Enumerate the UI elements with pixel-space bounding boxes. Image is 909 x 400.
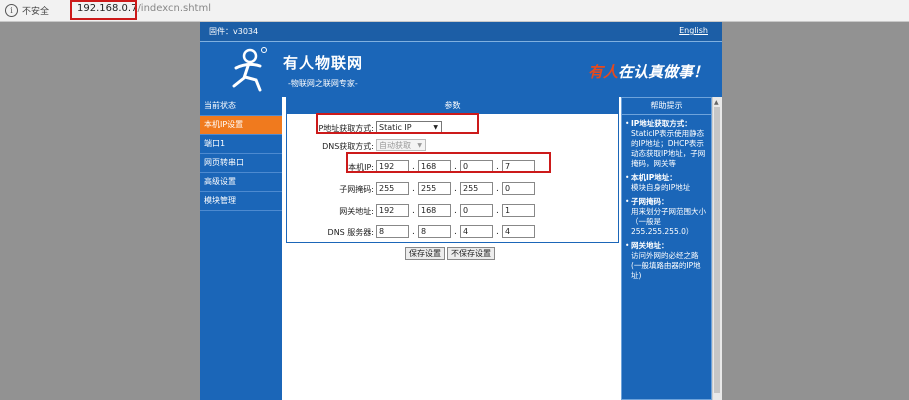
- dns-mode-row: DNS获取方式: 自动获取 ▼: [287, 139, 618, 153]
- subnet-octet-2[interactable]: 255: [418, 182, 451, 195]
- help-item-title: 本机IP地址：: [631, 173, 677, 182]
- subnet-octet-1[interactable]: 255: [376, 182, 409, 195]
- help-item-text: 访问外网的必经之路(一般填路由器的IP地址): [631, 251, 701, 280]
- brand-tagline: -物联网之联网专家-: [288, 79, 358, 88]
- sidebar-nav: 当前状态 本机IP设置 端口1 网页转串口 高级设置 模块管理: [200, 97, 282, 400]
- sidebar-item-status[interactable]: 当前状态: [200, 97, 282, 116]
- dns-mode-label: DNS获取方式:: [322, 142, 374, 151]
- help-panel: 帮助提示 IP地址获取方式：StaticIP表示使用静态的IP地址；DHCP表示…: [621, 97, 712, 400]
- help-item-text: 用来划分子网范围大小（一般是255.255.255.0）: [631, 207, 706, 236]
- sidebar-item-advanced[interactable]: 高级设置: [200, 173, 282, 192]
- gateway-octet-1[interactable]: 192: [376, 204, 409, 217]
- dns-mode-select[interactable]: 自动获取 ▼: [376, 139, 426, 151]
- help-item-text: 模块自身的IP地址: [631, 183, 691, 192]
- help-item-title: IP地址获取方式：: [631, 119, 692, 128]
- help-item-title: 网关地址：: [631, 241, 669, 250]
- brand-name: 有人物联网: [283, 54, 364, 72]
- action-buttons: 保存设置 不保存设置: [405, 247, 497, 260]
- subnet-row: 子网掩码: 255. 255. 255. 0: [287, 182, 618, 196]
- gateway-octet-3[interactable]: 0: [460, 204, 493, 217]
- ip-dot: .: [496, 206, 499, 216]
- help-item-title: 子网掩码：: [631, 197, 669, 206]
- scroll-thumb[interactable]: [714, 107, 720, 393]
- ip-dot: .: [496, 184, 499, 194]
- ip-dot: .: [412, 184, 415, 194]
- ip-dot: .: [412, 206, 415, 216]
- gateway-octet-2[interactable]: 168: [418, 204, 451, 217]
- subnet-octet-4[interactable]: 0: [502, 182, 535, 195]
- help-title: 帮助提示: [622, 98, 711, 115]
- ip-dot: .: [412, 227, 415, 237]
- top-strip: 固件：v3034 English: [200, 22, 722, 41]
- ip-dot: .: [454, 206, 457, 216]
- header-banner: 有人物联网 -物联网之联网专家- 有人在认真做事！: [200, 41, 722, 97]
- dns-label: DNS 服务器:: [327, 228, 374, 237]
- dns-octet-2[interactable]: 8: [418, 225, 451, 238]
- ip-mode-highlight-box: [316, 113, 479, 134]
- no-save-button[interactable]: 不保存设置: [447, 247, 495, 260]
- ip-dot: .: [496, 227, 499, 237]
- slogan: 有人在认真做事！: [588, 61, 708, 82]
- help-item: 网关地址：访问外网的必经之路(一般填路由器的IP地址): [631, 241, 708, 281]
- save-button[interactable]: 保存设置: [405, 247, 445, 260]
- gateway-row: 网关地址: 192. 168. 0. 1: [287, 204, 618, 218]
- help-item: 本机IP地址：模块自身的IP地址: [631, 173, 708, 193]
- info-icon[interactable]: i: [5, 4, 18, 17]
- sidebar-item-port1[interactable]: 端口1: [200, 135, 282, 154]
- runner-logo-icon: [226, 46, 270, 92]
- dns-mode-value: 自动获取: [379, 141, 411, 150]
- dns-octet-4[interactable]: 4: [502, 225, 535, 238]
- help-item-text: StaticIP表示使用静态的IP地址；DHCP表示动态获取IP地址，子网掩码，…: [631, 129, 706, 168]
- slogan-white: 在认真做事！: [617, 63, 708, 81]
- scroll-up-icon[interactable]: ▲: [714, 99, 719, 106]
- url-path: /indexcn.shtml: [137, 3, 211, 14]
- help-item: IP地址获取方式：StaticIP表示使用静态的IP地址；DHCP表示动态获取I…: [631, 119, 708, 169]
- params-title: 参数: [287, 98, 618, 114]
- help-body: IP地址获取方式：StaticIP表示使用静态的IP地址；DHCP表示动态获取I…: [622, 115, 711, 281]
- subnet-octet-3[interactable]: 255: [460, 182, 493, 195]
- slogan-red: 有人: [587, 63, 618, 81]
- english-link[interactable]: English: [679, 26, 708, 35]
- dns-octet-1[interactable]: 8: [376, 225, 409, 238]
- help-scrollbar[interactable]: ▲: [712, 97, 722, 400]
- firmware-version: 固件：v3034: [209, 27, 259, 36]
- web-admin-page: 固件：v3034 English 有人物联网 -物联网之联网专家- 有人在认真做…: [200, 22, 722, 400]
- subnet-label: 子网掩码:: [339, 185, 374, 194]
- dns-octet-3[interactable]: 4: [460, 225, 493, 238]
- local-ip-highlight-box: [346, 152, 551, 173]
- ip-dot: .: [454, 184, 457, 194]
- dns-row: DNS 服务器: 8. 8. 4. 4: [287, 225, 618, 239]
- security-status[interactable]: 不安全: [22, 4, 49, 17]
- sidebar-item-ip-settings[interactable]: 本机IP设置: [200, 116, 282, 135]
- url-highlight-box: [70, 0, 137, 20]
- ip-dot: .: [454, 227, 457, 237]
- chevron-down-icon: ▼: [417, 142, 422, 149]
- help-item: 子网掩码：用来划分子网范围大小（一般是255.255.255.0）: [631, 197, 708, 237]
- sidebar-item-web-to-serial[interactable]: 网页转串口: [200, 154, 282, 173]
- gateway-octet-4[interactable]: 1: [502, 204, 535, 217]
- gateway-label: 网关地址:: [339, 207, 374, 216]
- sidebar-item-module-management[interactable]: 模块管理: [200, 192, 282, 211]
